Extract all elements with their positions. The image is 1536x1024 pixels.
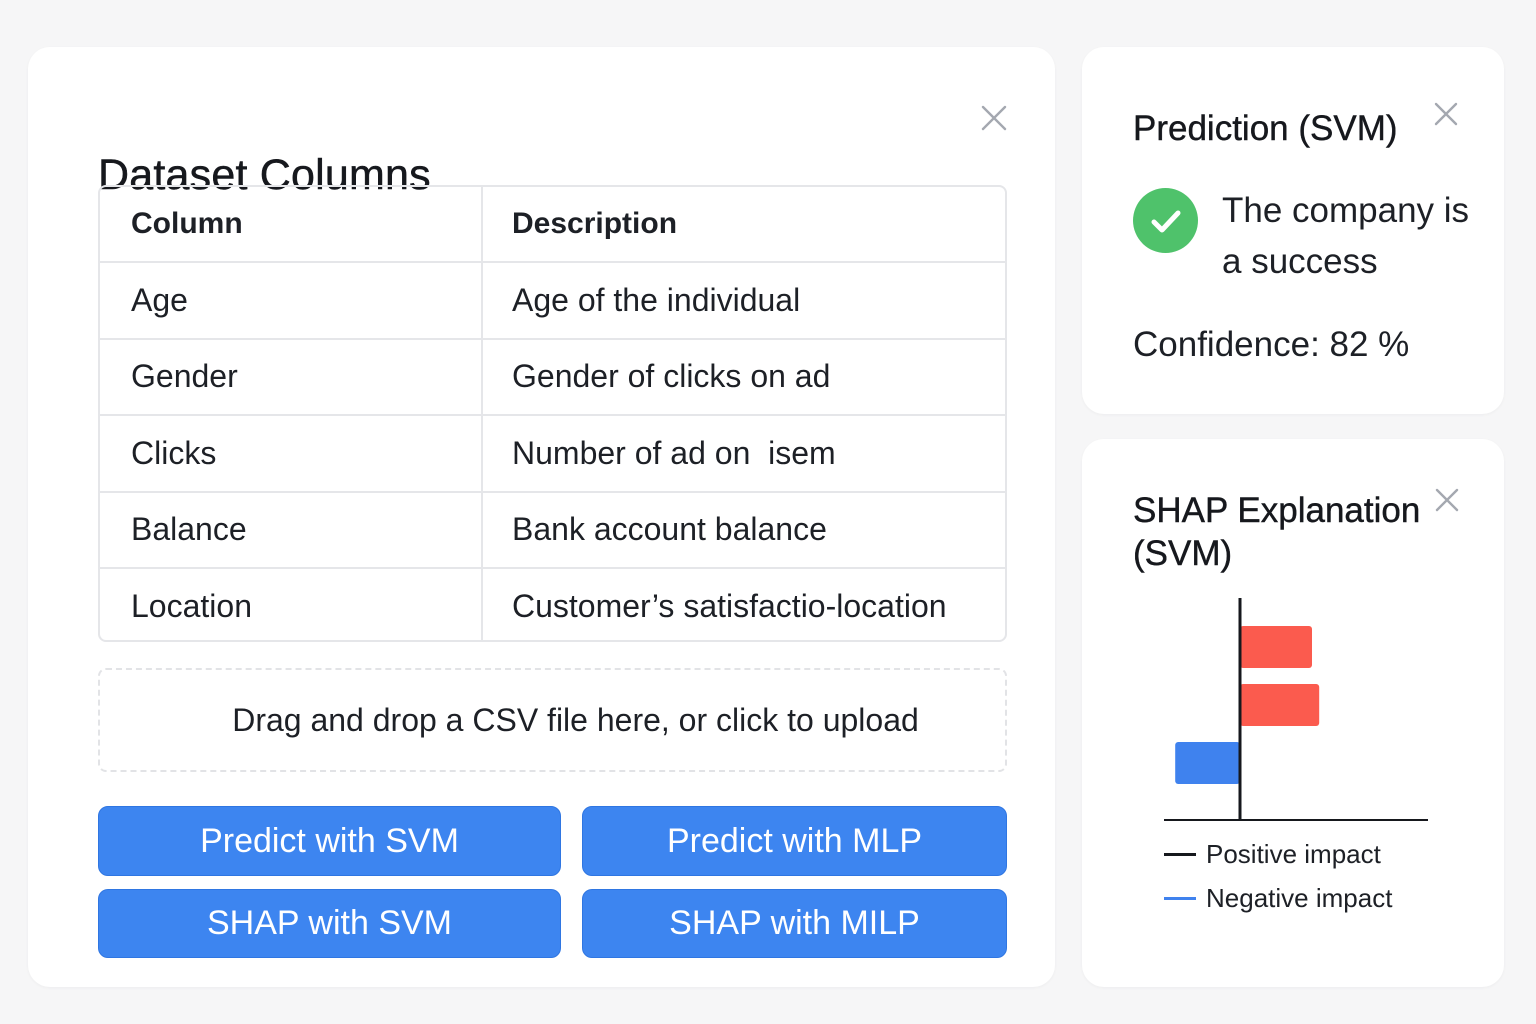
table-row: Balance Bank account balance bbox=[100, 490, 1005, 567]
legend-label: Positive impact bbox=[1206, 839, 1381, 869]
panel-title: Prediction (SVM) bbox=[1133, 109, 1398, 148]
confidence-value: Confidence: 82 % bbox=[1133, 325, 1410, 364]
dataset-columns-panel: Dataset Columns Column Description Age A… bbox=[28, 47, 1055, 987]
table-row: Clicks Number of ad on isem bbox=[100, 414, 1005, 491]
shap-explanation-panel: SHAP Explanation (SVM) Positive impact N… bbox=[1082, 439, 1504, 987]
legend-swatch-positive bbox=[1164, 853, 1196, 856]
shap-svm-button[interactable]: SHAP with SVM bbox=[98, 889, 561, 958]
table-cell: Gender bbox=[100, 339, 483, 414]
shap-bar bbox=[1240, 684, 1320, 726]
table-cell: Clicks bbox=[100, 416, 483, 491]
table-row: Age Age of the individual bbox=[100, 261, 1005, 338]
table-row: Location Customer’s satisfactio-location bbox=[100, 567, 1005, 640]
column-header: Column bbox=[100, 187, 483, 261]
check-circle-icon bbox=[1133, 188, 1198, 253]
table-cell: Bank account balance bbox=[512, 511, 827, 548]
close-icon[interactable] bbox=[979, 103, 1009, 133]
shap-bar bbox=[1175, 742, 1240, 784]
table-header-row: Column Description bbox=[100, 187, 1005, 261]
prediction-panel: Prediction (SVM) The company is a succes… bbox=[1082, 47, 1504, 414]
csv-upload-dropzone[interactable]: Drag and drop a CSV file here, or click … bbox=[98, 668, 1007, 772]
predict-svm-button[interactable]: Predict with SVM bbox=[98, 806, 561, 876]
table-row: Gender Gender of clicks on ad bbox=[100, 337, 1005, 414]
table-cell: Age bbox=[100, 263, 483, 338]
shap-bar bbox=[1240, 626, 1312, 668]
table-cell: Gender of clicks on ad bbox=[512, 358, 831, 395]
close-icon[interactable] bbox=[1432, 485, 1462, 515]
legend-negative: Negative impact bbox=[1164, 883, 1392, 914]
table-cell: Customer’s satisfactio-location bbox=[512, 587, 947, 624]
description-header: Description bbox=[512, 207, 678, 240]
table-cell: Balance bbox=[100, 492, 483, 567]
legend-positive: Positive impact bbox=[1164, 839, 1381, 870]
table-cell: Age of the individual bbox=[512, 281, 801, 318]
predict-mlp-button[interactable]: Predict with MLP bbox=[582, 806, 1007, 876]
legend-label: Negative impact bbox=[1206, 883, 1393, 913]
close-icon[interactable] bbox=[1431, 99, 1461, 129]
panel-title: SHAP Explanation (SVM) bbox=[1133, 491, 1421, 573]
prediction-result: The company is a success bbox=[1222, 191, 1470, 281]
shap-mlp-button[interactable]: SHAP with MILP bbox=[582, 889, 1007, 958]
legend-swatch-negative bbox=[1164, 897, 1196, 900]
table-cell: Number of ad on isem bbox=[512, 434, 836, 471]
table-cell: Location bbox=[100, 569, 483, 640]
shap-bar-chart bbox=[1164, 598, 1428, 821]
columns-table: Column Description Age Age of the indivi… bbox=[98, 185, 1007, 642]
